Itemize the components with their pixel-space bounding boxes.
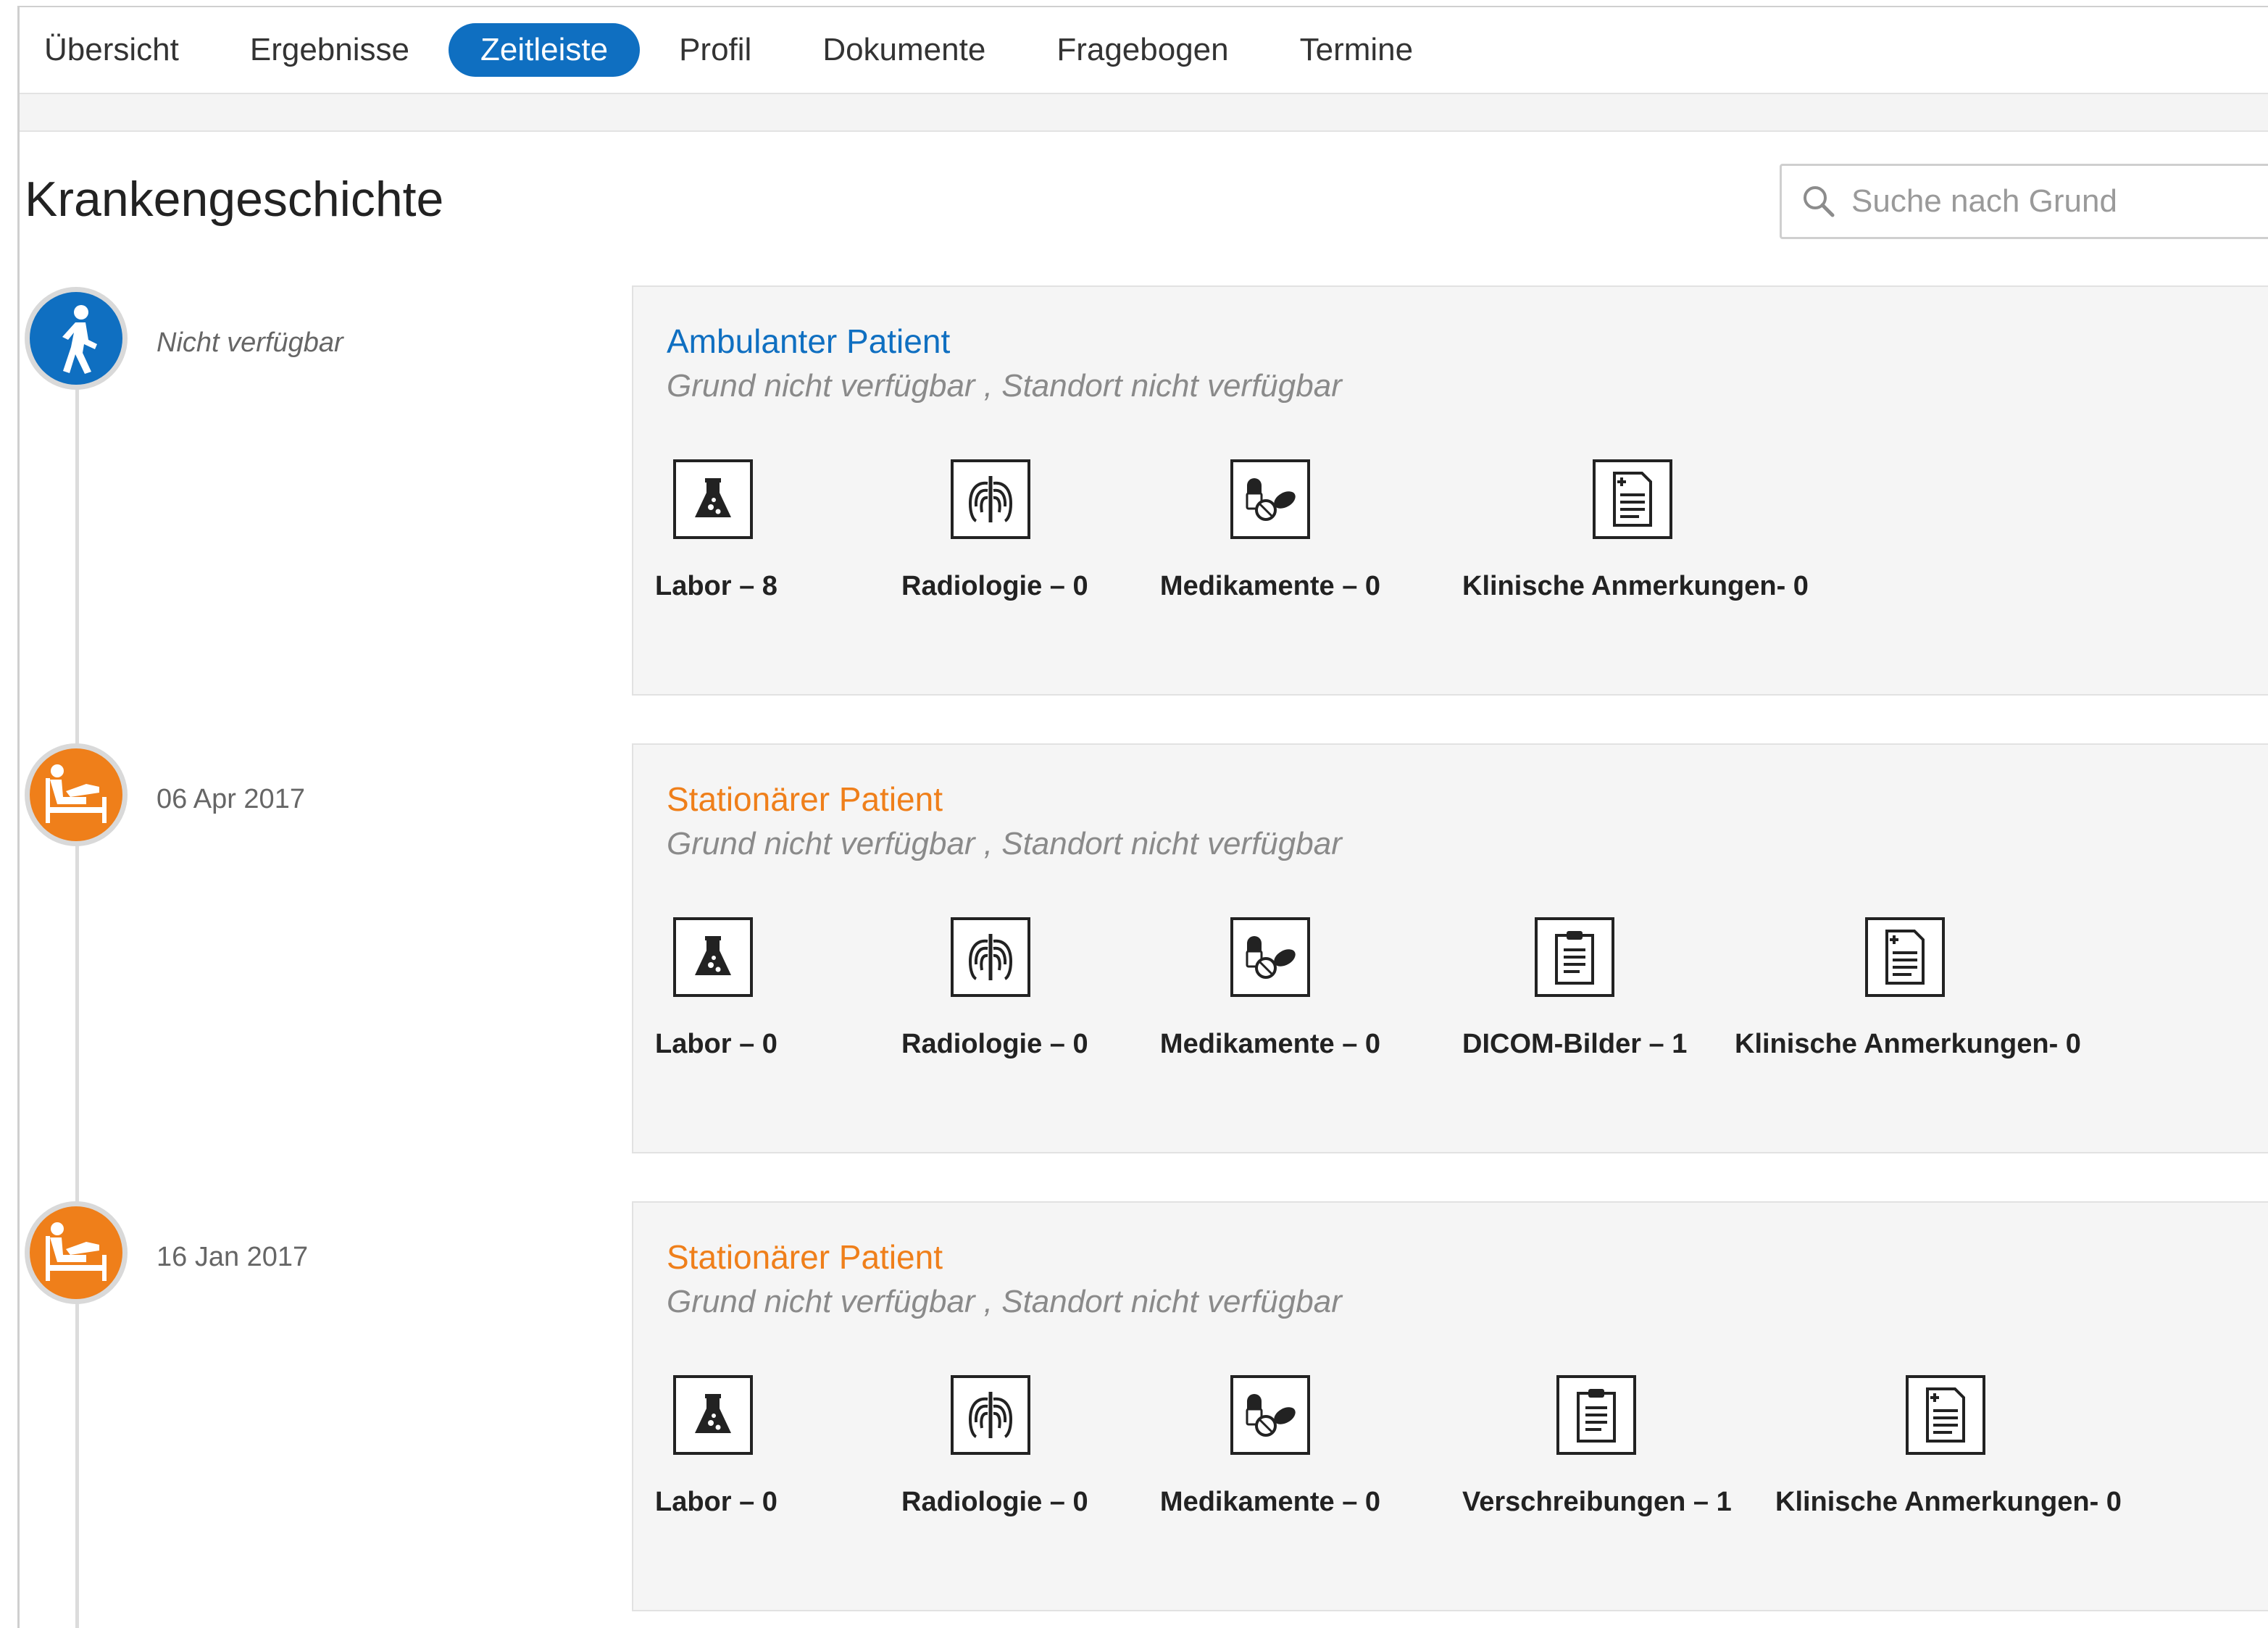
- clipboard-icon: [1555, 931, 1594, 985]
- timeline-date: Nicht verfügbar: [157, 327, 343, 358]
- category-medikamente[interactable]: Medikamente – 0: [1158, 917, 1383, 1060]
- encounter-card[interactable]: Ambulanter Patient Grund nicht verfügbar…: [632, 285, 2268, 696]
- category-radiologie[interactable]: Radiologie – 0: [901, 917, 1088, 1060]
- tab-zeitleiste[interactable]: Zeitleiste: [448, 23, 641, 77]
- category-radiologie[interactable]: Radiologie – 0: [901, 1375, 1088, 1518]
- lab-flask-icon: [695, 936, 731, 975]
- clipboard-icon: [1577, 1389, 1616, 1443]
- tab-profil[interactable]: Profil: [647, 23, 783, 77]
- clinical-notes-icon: [1613, 472, 1652, 527]
- category-klinische-anmerkungen[interactable]: Klinische Anmerkungen- 0: [1462, 459, 1809, 602]
- category-verschreibungen[interactable]: Verschreibungen – 1: [1462, 1375, 1732, 1518]
- clinical-notes-icon: [1885, 930, 1925, 985]
- category-label: Labor – 0: [655, 1029, 777, 1059]
- radiology-ribcage-icon: [968, 476, 1013, 522]
- category-label: Klinische Anmerkungen- 0: [1775, 1487, 2122, 1517]
- encounter-type[interactable]: Stationärer Patient: [667, 780, 943, 819]
- category-label: Medikamente – 0: [1159, 1029, 1381, 1059]
- category-radiologie[interactable]: Radiologie – 0: [901, 459, 1088, 602]
- category-medikamente[interactable]: Medikamente – 0: [1158, 459, 1383, 602]
- search-icon: [1804, 186, 1835, 217]
- encounter-details: Grund nicht verfügbar , Standort nicht v…: [667, 1284, 1342, 1319]
- tab-termine[interactable]: Termine: [1268, 23, 1446, 77]
- encounter-details: Grund nicht verfügbar , Standort nicht v…: [667, 368, 1342, 404]
- category-medikamente[interactable]: Medikamente – 0: [1158, 1375, 1383, 1518]
- top-tab-navigation: Übersicht Ergebnisse Zeitleiste Profil D…: [20, 7, 2268, 93]
- timeline-date: 06 Apr 2017: [157, 784, 305, 814]
- page-title: Krankengeschichte: [25, 172, 444, 227]
- walking-person-icon: [25, 287, 128, 390]
- category-label: Klinische Anmerkungen- 0: [1735, 1029, 2081, 1059]
- sub-toolbar: [20, 93, 2268, 132]
- lab-flask-icon: [695, 1394, 731, 1433]
- category-label: Radiologie – 0: [901, 571, 1088, 601]
- lab-flask-icon: [695, 478, 731, 517]
- medication-pills-icon: [1246, 478, 1296, 521]
- category-labor[interactable]: Labor – 0: [655, 1375, 777, 1518]
- hospital-bed-icon: [25, 1201, 128, 1304]
- category-labor[interactable]: Labor – 8: [655, 459, 777, 602]
- radiology-ribcage-icon: [968, 934, 1013, 980]
- encounter-card[interactable]: Stationärer Patient Grund nicht verfügba…: [632, 743, 2268, 1153]
- category-label: Klinische Anmerkungen- 0: [1462, 571, 1809, 601]
- encounter-type[interactable]: Ambulanter Patient: [667, 322, 950, 361]
- clinical-notes-icon: [1926, 1387, 1965, 1443]
- category-label: Radiologie – 0: [901, 1029, 1088, 1059]
- category-label: DICOM-Bilder – 1: [1462, 1029, 1688, 1059]
- category-label: Radiologie – 0: [901, 1487, 1088, 1517]
- medication-pills-icon: [1246, 1394, 1296, 1437]
- search-input[interactable]: [1850, 183, 2215, 220]
- tab-ergebnisse[interactable]: Ergebnisse: [218, 23, 441, 77]
- category-klinische-anmerkungen[interactable]: Klinische Anmerkungen- 0: [1775, 1375, 2122, 1518]
- category-label: Medikamente – 0: [1159, 1487, 1381, 1517]
- category-label: Medikamente – 0: [1159, 571, 1381, 601]
- timeline-line: [75, 341, 79, 1628]
- encounter-card[interactable]: Stationärer Patient Grund nicht verfügba…: [632, 1201, 2268, 1611]
- category-labor[interactable]: Labor – 0: [655, 917, 777, 1060]
- category-label: Verschreibungen – 1: [1462, 1487, 1732, 1517]
- tab-fragebogen[interactable]: Fragebogen: [1025, 23, 1260, 77]
- encounter-type[interactable]: Stationärer Patient: [667, 1237, 943, 1277]
- radiology-ribcage-icon: [968, 1392, 1013, 1438]
- frame-left-border: [17, 6, 20, 1628]
- tab-dokumente[interactable]: Dokumente: [791, 23, 1017, 77]
- category-label: Labor – 8: [655, 571, 777, 601]
- category-klinische-anmerkungen[interactable]: Klinische Anmerkungen- 0: [1735, 917, 2081, 1060]
- category-label: Labor – 0: [655, 1487, 777, 1517]
- tab-uebersicht[interactable]: Übersicht: [20, 23, 211, 77]
- encounter-details: Grund nicht verfügbar , Standort nicht v…: [667, 826, 1342, 861]
- hospital-bed-icon: [25, 743, 128, 846]
- timeline-date: 16 Jan 2017: [157, 1242, 309, 1272]
- category-dicom-bilder[interactable]: DICOM-Bilder – 1: [1462, 917, 1687, 1060]
- medication-pills-icon: [1246, 936, 1296, 979]
- search-box[interactable]: [1780, 164, 2268, 239]
